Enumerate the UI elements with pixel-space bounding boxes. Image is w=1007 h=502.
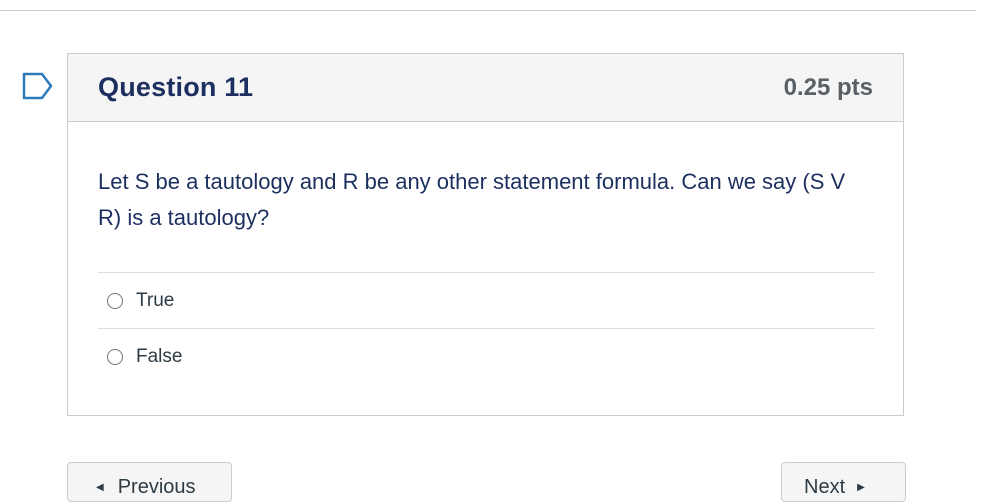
bookmark-flag-icon[interactable]	[22, 72, 54, 100]
question-card: Question 11 0.25 pts Let S be a tautolog…	[67, 53, 904, 416]
radio-button-icon[interactable]	[107, 292, 123, 309]
answer-option-true[interactable]: True	[98, 272, 875, 328]
top-divider	[0, 10, 976, 11]
previous-button-label: Previous	[117, 476, 196, 498]
question-points: 0.25 pts	[783, 73, 873, 101]
question-header: Question 11 0.25 pts	[68, 54, 903, 122]
right-triangle-icon: ▶	[857, 482, 865, 493]
radio-button-icon[interactable]	[107, 348, 123, 365]
answer-label: False	[136, 345, 183, 367]
left-triangle-icon: ◀	[96, 482, 104, 493]
question-title: Question 11	[98, 72, 254, 102]
next-button[interactable]: Next ▶	[781, 462, 906, 502]
answer-list: True False	[98, 272, 875, 384]
answer-label: True	[136, 289, 175, 311]
question-body: Let S be a tautology and R be any other …	[68, 122, 903, 384]
question-text: Let S be a tautology and R be any other …	[98, 169, 846, 230]
next-button-label: Next	[804, 476, 846, 498]
answer-option-false[interactable]: False	[98, 328, 875, 384]
previous-button[interactable]: ◀ Previous	[67, 462, 232, 502]
